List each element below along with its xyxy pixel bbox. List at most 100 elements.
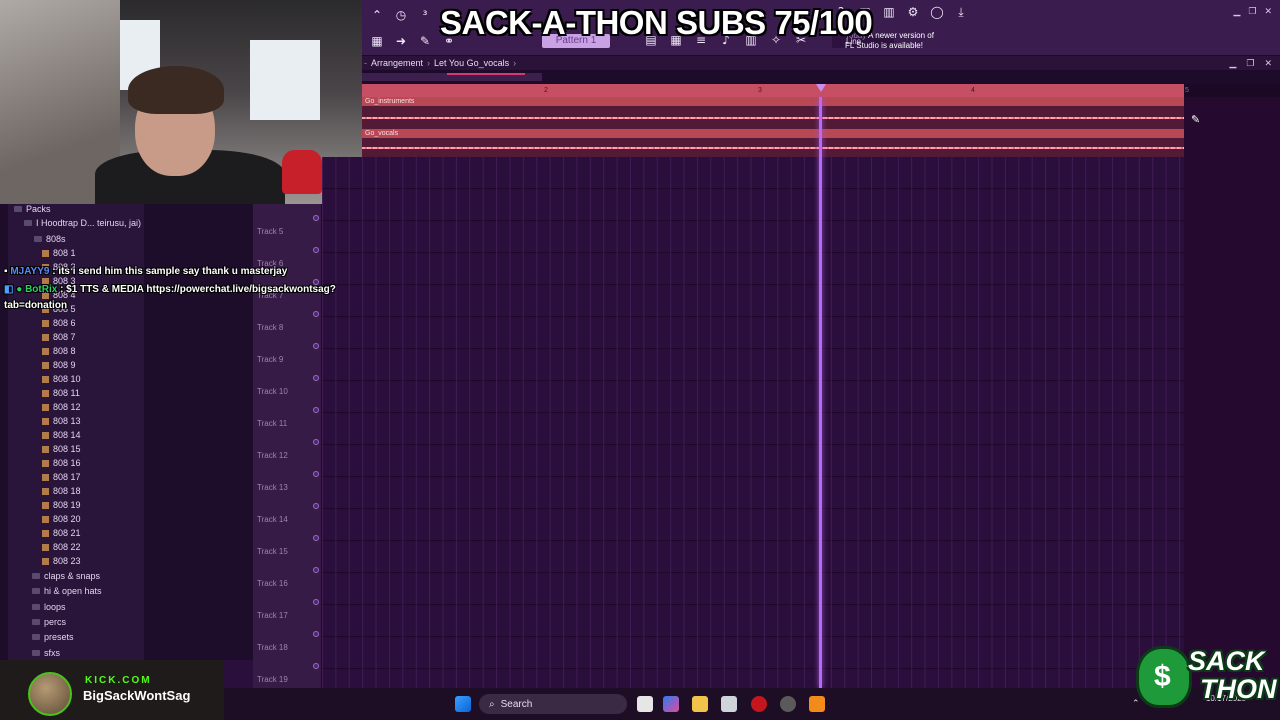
- track-header[interactable]: Track 10: [253, 364, 322, 396]
- track-header[interactable]: Track 9: [253, 332, 322, 364]
- timeline-ruler[interactable]: 2 3 4: [362, 84, 1184, 97]
- tempo-icon[interactable]: ⌃: [368, 7, 386, 23]
- file-explorer-icon[interactable]: [692, 696, 708, 712]
- playhead-marker-icon[interactable]: [816, 84, 826, 92]
- opera-icon[interactable]: [751, 696, 767, 712]
- track-header[interactable]: Track 6: [253, 236, 322, 268]
- browser-file[interactable]: 808 18: [42, 486, 81, 496]
- track-mute-icon[interactable]: [313, 375, 319, 381]
- chat-icon[interactable]: ◯: [928, 4, 946, 20]
- loop-range-marker: [447, 73, 525, 75]
- track-mute-icon[interactable]: [313, 503, 319, 509]
- track-header[interactable]: Track 19: [253, 652, 322, 684]
- track-mute-icon[interactable]: [313, 663, 319, 669]
- track-mute-icon[interactable]: [313, 215, 319, 221]
- track-header[interactable]: Track 5: [253, 204, 322, 236]
- browser-file[interactable]: 808 14: [42, 430, 81, 440]
- copilot-icon[interactable]: [663, 696, 679, 712]
- browser-file[interactable]: 808 10: [42, 374, 81, 384]
- browser-folder[interactable]: presets: [32, 632, 74, 642]
- track-name: Track 15: [257, 547, 288, 556]
- browser-folder[interactable]: sfxs: [32, 648, 60, 658]
- track-mute-icon[interactable]: [313, 567, 319, 573]
- track-mute-icon[interactable]: [313, 535, 319, 541]
- audio-clip-vocals[interactable]: [362, 138, 1184, 157]
- track-header[interactable]: Track 11: [253, 396, 322, 428]
- track-mute-icon[interactable]: [313, 343, 319, 349]
- minimize-icon[interactable]: ▁: [1233, 6, 1240, 17]
- close-icon[interactable]: ✕: [1264, 6, 1272, 17]
- browser-file[interactable]: 808 20: [42, 514, 81, 524]
- browser-folder[interactable]: claps & snaps: [32, 571, 100, 581]
- track-mute-icon[interactable]: [313, 247, 319, 253]
- track-header[interactable]: Track 12: [253, 428, 322, 460]
- audio-file-icon: [42, 445, 49, 453]
- track-mute-icon[interactable]: [313, 471, 319, 477]
- track-header[interactable]: Track 15: [253, 524, 322, 556]
- track-header[interactable]: Track 16: [253, 556, 322, 588]
- browser-file[interactable]: 808 23: [42, 556, 81, 566]
- browser-folder[interactable]: loops: [32, 602, 66, 612]
- playlist-header: - Arrangement › Let You Go_vocals ›: [362, 56, 1280, 70]
- browser-folder[interactable]: 808s: [34, 234, 66, 244]
- playlist-grid[interactable]: [322, 157, 1184, 688]
- browser-file[interactable]: 808 13: [42, 416, 81, 426]
- obs-icon[interactable]: [780, 696, 796, 712]
- track-mute-icon[interactable]: [313, 599, 319, 605]
- pencil-icon[interactable]: ✎: [416, 33, 434, 49]
- task-view-icon[interactable]: [637, 696, 653, 712]
- windows-start-icon[interactable]: [455, 696, 471, 712]
- snap-icon[interactable]: ³: [416, 7, 434, 23]
- track-mute-icon[interactable]: [313, 311, 319, 317]
- fl-studio-icon[interactable]: [809, 696, 825, 712]
- download-icon[interactable]: ⤓: [952, 4, 970, 20]
- breadcrumb-clip[interactable]: Let You Go_vocals: [434, 58, 509, 68]
- browser-file[interactable]: 808 11: [42, 388, 80, 398]
- track-header[interactable]: Track 14: [253, 492, 322, 524]
- audio-file-icon: [42, 473, 49, 481]
- browser-file[interactable]: 808 6: [42, 318, 76, 328]
- track-mute-icon[interactable]: [313, 407, 319, 413]
- track-mute-icon[interactable]: [313, 439, 319, 445]
- clip-label[interactable]: Go_instruments: [362, 97, 1184, 106]
- browser-folder[interactable]: percs: [32, 617, 66, 627]
- browser-file[interactable]: 808 1: [42, 248, 76, 258]
- breadcrumb-arrangement[interactable]: Arrangement: [371, 58, 423, 68]
- track-header[interactable]: Track 13: [253, 460, 322, 492]
- restore-icon[interactable]: ❐: [1248, 6, 1256, 17]
- browser-file[interactable]: 808 8: [42, 346, 76, 356]
- taskbar-search[interactable]: ⌕ Search: [479, 694, 627, 714]
- person-hair: [128, 66, 224, 114]
- restore-icon[interactable]: ❐: [1246, 58, 1254, 69]
- browser-file[interactable]: 808 16: [42, 458, 81, 468]
- minimize-icon[interactable]: ▁: [1229, 58, 1236, 69]
- close-icon[interactable]: ✕: [1264, 58, 1272, 69]
- store-icon[interactable]: [721, 696, 737, 712]
- track-header[interactable]: Track 17: [253, 588, 322, 620]
- clip-label[interactable]: Go_vocals: [362, 129, 1184, 138]
- browser-folder[interactable]: I Hoodtrap D... teirusu, jai): [24, 218, 141, 228]
- plugin-icon[interactable]: ⚙: [904, 4, 922, 20]
- browser-file[interactable]: 808 17: [42, 472, 81, 482]
- browser-file[interactable]: 808 7: [42, 332, 76, 342]
- metronome-icon[interactable]: ◷: [392, 7, 410, 23]
- mixer-icon[interactable]: ▥: [880, 4, 898, 20]
- browser-file[interactable]: 808 22: [42, 542, 81, 552]
- track-header[interactable]: Track 18: [253, 620, 322, 652]
- browser-folder[interactable]: Packs: [14, 204, 51, 214]
- browser-file[interactable]: 808 19: [42, 500, 81, 510]
- browser-file[interactable]: 808 21: [42, 528, 81, 538]
- browser-file[interactable]: 808 9: [42, 360, 76, 370]
- browser-folder[interactable]: hi & open hats: [32, 586, 102, 596]
- audio-clip-instruments[interactable]: [362, 106, 1184, 129]
- arrow-right-icon[interactable]: ➜: [392, 33, 410, 49]
- piano-icon[interactable]: ▦: [368, 33, 386, 49]
- track-header[interactable]: Track 8: [253, 300, 322, 332]
- horizontal-scrollbar[interactable]: [362, 70, 1280, 84]
- browser-file[interactable]: 808 15: [42, 444, 81, 454]
- track-name: Track 19: [257, 675, 288, 684]
- track-mute-icon[interactable]: [313, 631, 319, 637]
- audio-file-icon: [42, 361, 49, 369]
- folder-icon: [32, 649, 40, 656]
- browser-file[interactable]: 808 12: [42, 402, 81, 412]
